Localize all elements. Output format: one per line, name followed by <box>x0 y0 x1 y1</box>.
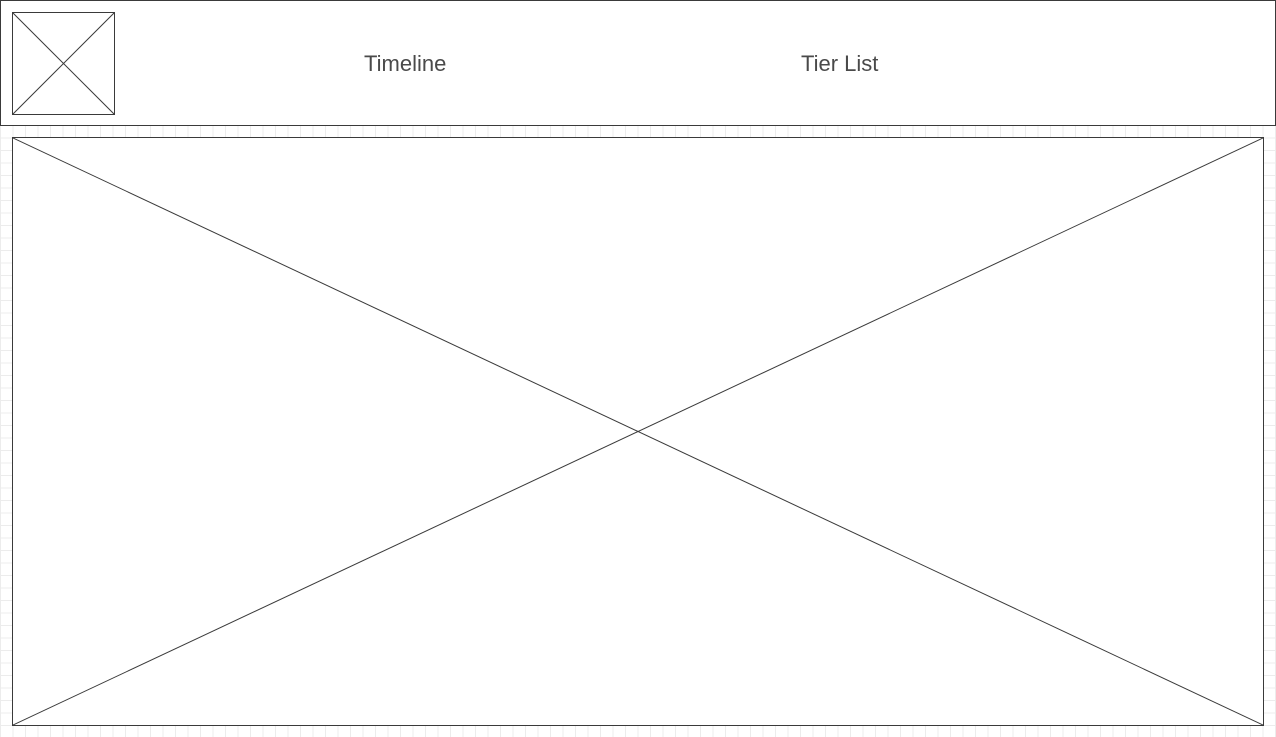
image-placeholder-icon <box>13 138 1263 725</box>
hero-image-placeholder <box>12 137 1264 726</box>
nav-link-timeline[interactable]: Timeline <box>364 51 446 77</box>
site-header: Timeline Tier List <box>0 0 1276 126</box>
logo-placeholder-icon[interactable] <box>12 12 115 115</box>
nav-link-tier-list[interactable]: Tier List <box>801 51 878 77</box>
image-placeholder-icon <box>13 13 114 114</box>
